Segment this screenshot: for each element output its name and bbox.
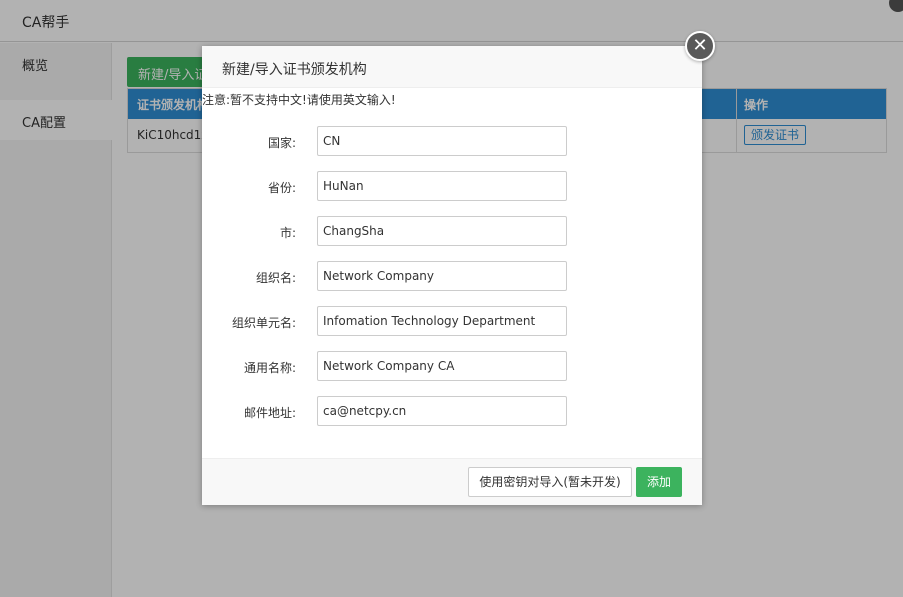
org-unit-label: 组织单元名:: [231, 316, 296, 330]
province-label: 省份:: [267, 181, 296, 195]
form-row-email: 邮件地址:: [202, 396, 702, 426]
organization-label: 组织名:: [255, 271, 296, 285]
form-row-organization: 组织名:: [202, 261, 702, 291]
modal-header: 新建/导入证书颁发机构: [202, 46, 702, 88]
email-label: 邮件地址:: [243, 406, 296, 420]
organization-input[interactable]: [317, 261, 567, 291]
city-input[interactable]: [317, 216, 567, 246]
modal-title: 新建/导入证书颁发机构: [222, 62, 367, 78]
add-button[interactable]: 添加: [636, 467, 682, 497]
form-row-city: 市:: [202, 216, 702, 246]
org-unit-input[interactable]: [317, 306, 567, 336]
form-row-org-unit: 组织单元名:: [202, 306, 702, 336]
country-input[interactable]: [317, 126, 567, 156]
email-input[interactable]: [317, 396, 567, 426]
modal-footer: 使用密钥对导入(暂未开发) 添加: [202, 458, 702, 505]
notice-text: 注意:暂不支持中文!请使用英文输入!: [202, 93, 396, 107]
province-input[interactable]: [317, 171, 567, 201]
common-name-input[interactable]: [317, 351, 567, 381]
city-label: 市:: [279, 226, 296, 240]
new-ca-modal: 新建/导入证书颁发机构 ✕ 注意:暂不支持中文!请使用英文输入! 国家: 省份:…: [202, 31, 715, 505]
form-row-country: 国家:: [202, 126, 702, 156]
country-label: 国家:: [267, 136, 296, 150]
form-row-province: 省份:: [202, 171, 702, 201]
form-row-common-name: 通用名称:: [202, 351, 702, 381]
common-name-label: 通用名称:: [243, 361, 296, 375]
import-keypair-button[interactable]: 使用密钥对导入(暂未开发): [468, 467, 632, 497]
close-icon[interactable]: ✕: [685, 31, 715, 61]
